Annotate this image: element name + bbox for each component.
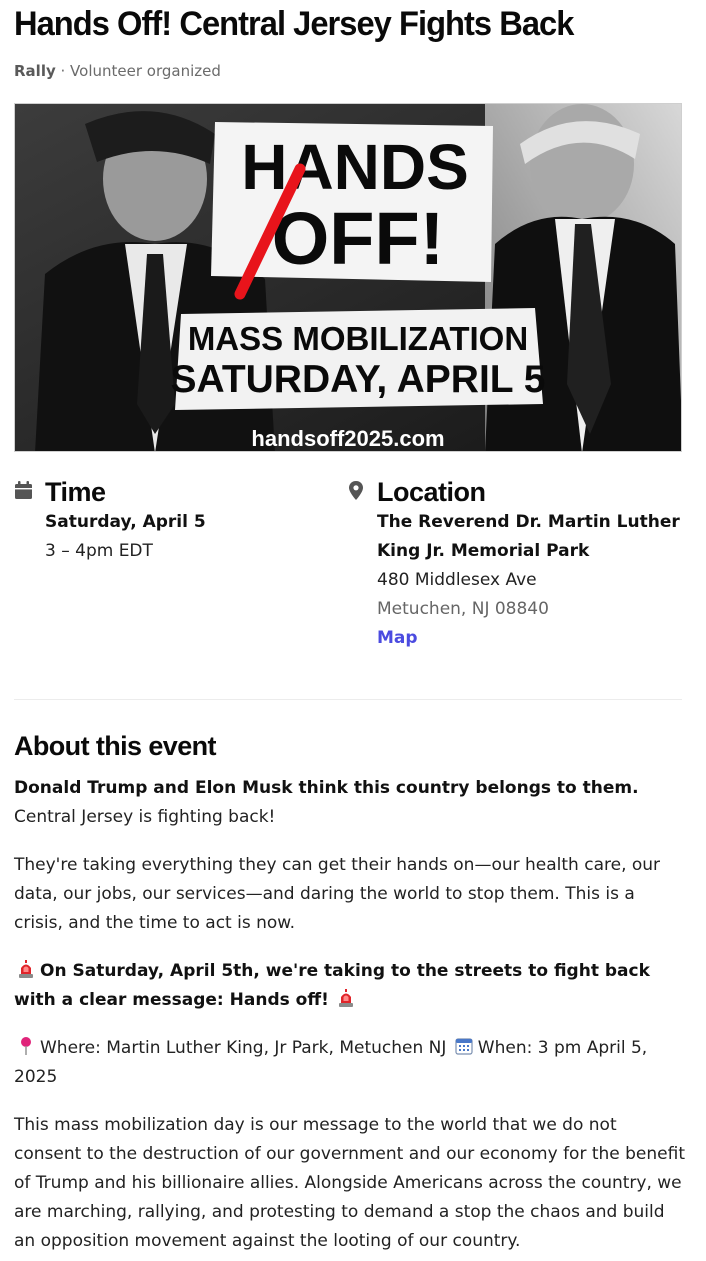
about-body: Donald Trump and Elon Musk think this co… — [14, 774, 689, 1261]
siren-emoji-icon — [19, 960, 33, 978]
event-type: Rally — [14, 62, 56, 80]
location-name-line2: King Jr. Memorial Park — [377, 541, 590, 561]
map-link[interactable]: Map — [377, 624, 686, 653]
time-section: Time Saturday, April 5 3 – 4pm EDT — [14, 476, 324, 566]
about-paragraph-5: This mass mobilization day is our messag… — [14, 1115, 686, 1251]
about-paragraph-1: Donald Trump and Elon Musk think this co… — [14, 774, 689, 832]
event-title: Hands Off! Central Jersey Fights Back — [14, 5, 574, 43]
about-p1-rest: Central Jersey is fighting back! — [14, 807, 276, 827]
calendar-icon — [15, 481, 32, 499]
event-organizer: Volunteer organized — [70, 62, 221, 80]
siren-emoji-icon — [339, 989, 354, 1007]
map-pin-icon — [349, 481, 363, 500]
time-hours: 3 – 4pm EDT — [45, 541, 153, 561]
about-p1-bold: Donald Trump and Elon Musk think this co… — [14, 778, 639, 798]
time-date: Saturday, April 5 — [45, 512, 206, 532]
about-p3-bold: On Saturday, April 5th, we're taking to … — [14, 961, 650, 1010]
hero-headline-bottom: OFF! — [272, 197, 445, 280]
hero-url: handsoff2025.com — [251, 426, 444, 451]
about-paragraph-4: Where: Martin Luther King, Jr Park, Metu… — [14, 1034, 689, 1092]
hero-headline-top: HANDS — [241, 131, 469, 203]
hero-banner-line1: MASS MOBILIZATION — [188, 320, 528, 357]
time-heading: Time — [45, 477, 106, 507]
location-name-line1: The Reverend Dr. Martin Luther — [377, 512, 680, 532]
meta-separator: · — [55, 62, 71, 80]
location-city: Metuchen, NJ 08840 — [377, 599, 549, 619]
location-section: Location The Reverend Dr. Martin Luther … — [346, 476, 686, 653]
about-paragraph-2: They're taking everything they can get t… — [14, 855, 661, 933]
about-paragraph-3: On Saturday, April 5th, we're taking to … — [14, 957, 689, 1015]
location-heading: Location — [377, 477, 486, 507]
pushpin-emoji-icon — [21, 1037, 31, 1055]
about-heading: About this event — [14, 731, 217, 761]
about-where: Where: Martin Luther King, Jr Park, Metu… — [40, 1038, 447, 1058]
section-divider — [14, 699, 682, 700]
location-street: 480 Middlesex Ave — [377, 570, 537, 590]
calendar-emoji-icon — [455, 1038, 473, 1055]
event-meta: Rally · Volunteer organized — [14, 62, 221, 80]
event-hero-image: HANDS OFF! MASS MOBILIZATION SATURDAY, A… — [14, 103, 682, 452]
hero-banner-line2: SATURDAY, APRIL 5 — [171, 358, 546, 401]
